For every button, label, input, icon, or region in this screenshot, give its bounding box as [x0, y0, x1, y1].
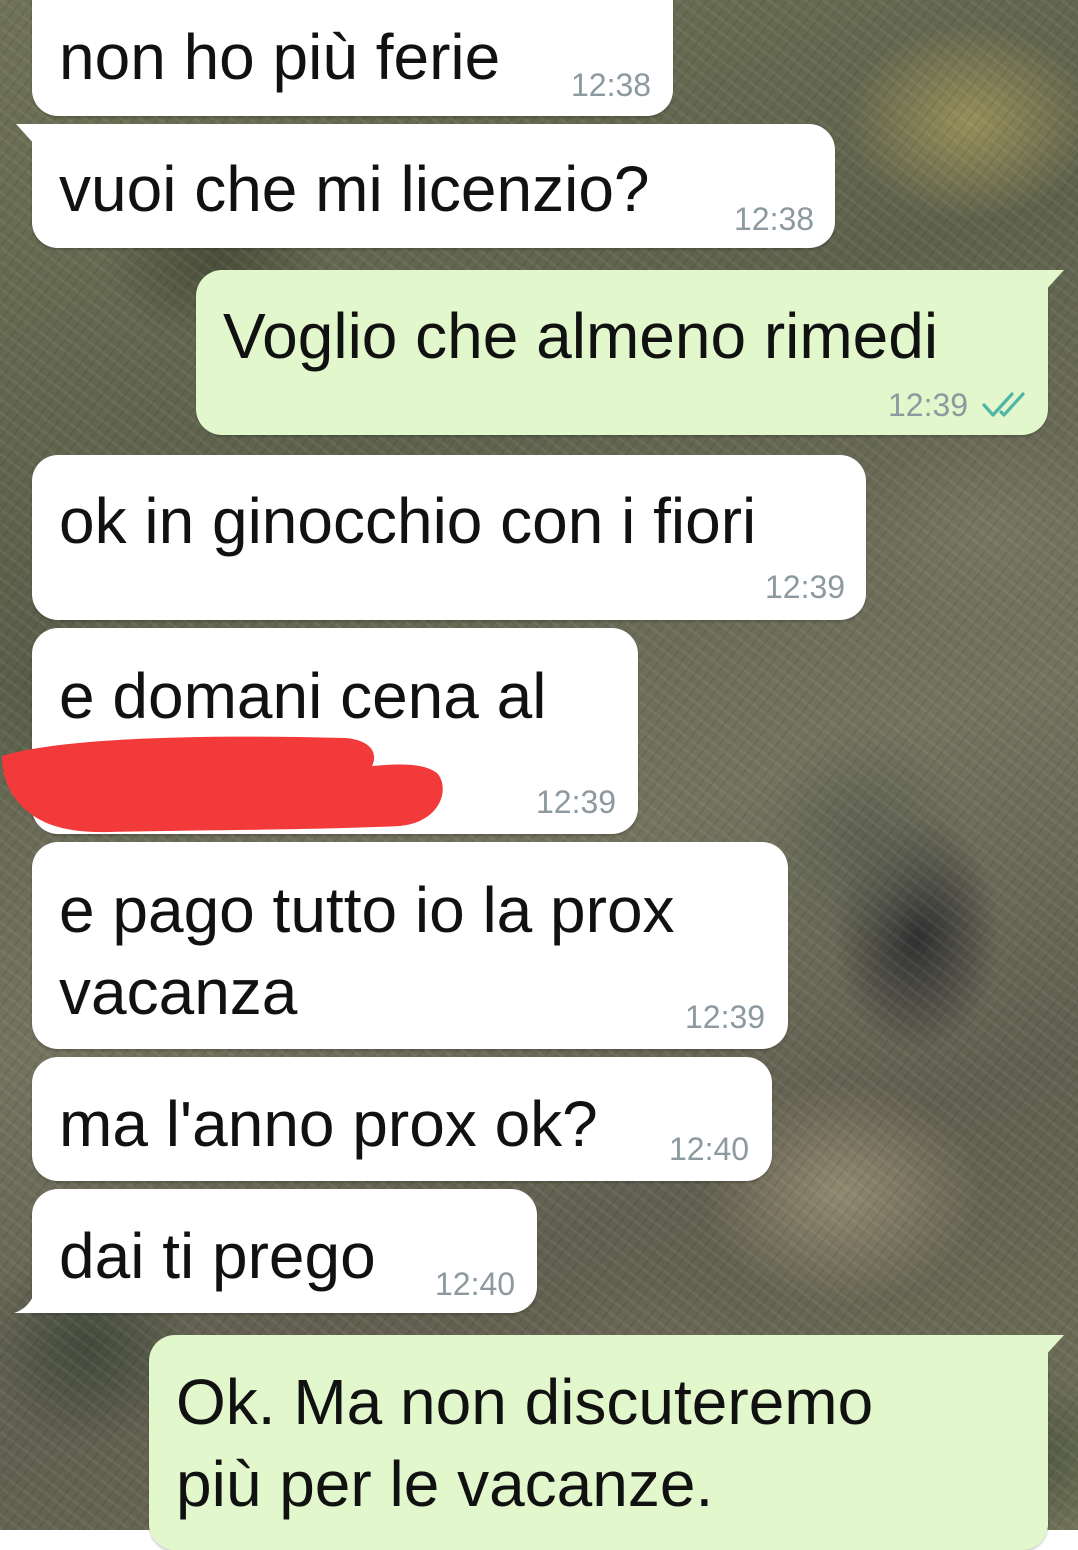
- message-text: Voglio che almeno rimedi: [223, 300, 939, 372]
- message-text: dai ti prego: [59, 1220, 376, 1292]
- bubble-tail: [16, 124, 36, 146]
- message-text: più per le vacanze.: [176, 1448, 714, 1520]
- message-bubble-incoming[interactable]: ok in ginocchio con i fiori 12:39: [32, 455, 866, 620]
- message-timestamp: 12:38: [734, 201, 815, 237]
- message-timestamp: 12:39: [536, 784, 617, 820]
- message-timestamp: 12:40: [669, 1131, 750, 1167]
- message-text: ok in ginocchio con i fiori: [59, 485, 757, 557]
- message-timestamp: 12:39: [765, 569, 846, 605]
- message-text: ma l'anno prox ok?: [59, 1088, 598, 1160]
- bubble-tail: [1044, 270, 1064, 292]
- bubble-tail: [1044, 1335, 1064, 1357]
- bubble-tail: [14, 1289, 36, 1313]
- message-text: e domani cena al: [59, 660, 547, 732]
- message-bubble-outgoing[interactable]: Voglio che almeno rimedi 12:39: [196, 270, 1064, 435]
- message-bubble-incoming[interactable]: non ho più ferie 12:38: [32, 0, 673, 116]
- message-bubble-outgoing[interactable]: Ok. Ma non discuteremo più per le vacanz…: [149, 1335, 1064, 1550]
- message-bubble-incoming[interactable]: vuoi che mi licenzio? 12:38: [16, 124, 835, 248]
- message-text: e pago tutto io la prox: [59, 874, 675, 946]
- message-bubble-incoming[interactable]: ma l'anno prox ok? 12:40: [32, 1057, 772, 1181]
- message-text: Ok. Ma non discuteremo: [176, 1366, 874, 1438]
- message-bubble-incoming[interactable]: dai ti prego 12:40: [32, 1189, 537, 1313]
- message-timestamp: 12:39: [685, 999, 766, 1035]
- message-text: vacanza: [59, 956, 298, 1028]
- redaction-scribble: [2, 736, 443, 833]
- message-timestamp: 12:39: [888, 387, 969, 423]
- message-timestamp: 12:40: [435, 1266, 516, 1302]
- message-text: vuoi che mi licenzio?: [59, 153, 650, 225]
- message-timestamp: 12:38: [571, 67, 652, 103]
- message-text: non ho più ferie: [59, 21, 501, 93]
- message-bubble-incoming[interactable]: e pago tutto io la prox vacanza 12:39: [32, 842, 788, 1049]
- double-check-icon: [982, 392, 1025, 417]
